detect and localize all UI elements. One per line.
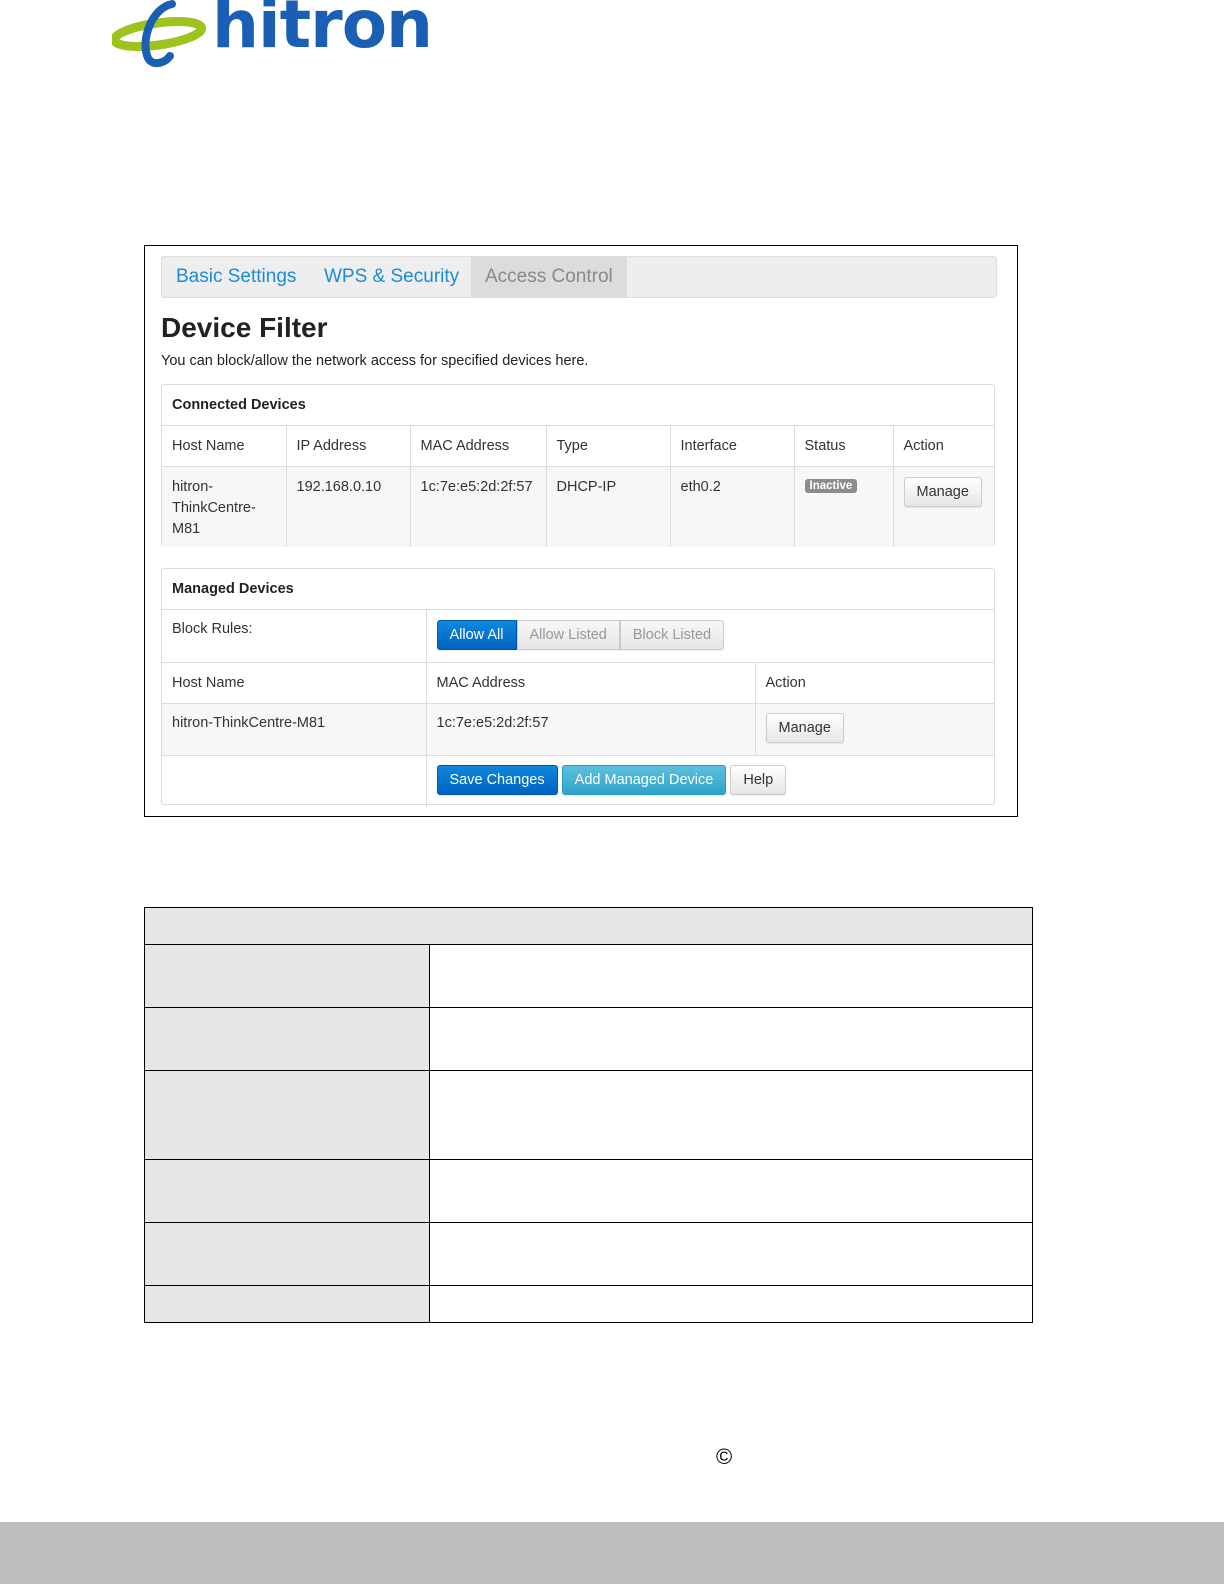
- col-interface: Interface: [670, 426, 795, 467]
- col-host-name: Host Name: [162, 662, 427, 704]
- allow-all-button[interactable]: Allow All: [436, 620, 517, 650]
- description-cell: [429, 1007, 1033, 1071]
- save-changes-button[interactable]: Save Changes: [436, 764, 558, 795]
- cell-status: Inactive: [794, 466, 894, 547]
- connected-devices-panel: Connected Devices Host Name IP Address M…: [161, 384, 995, 547]
- table-row: [144, 1007, 1033, 1071]
- tab-basic-settings[interactable]: Basic Settings: [162, 257, 310, 297]
- table-row: [144, 1070, 1033, 1160]
- description-cell: [429, 1285, 1033, 1323]
- page-title: Device Filter: [161, 312, 328, 343]
- description-table: [144, 907, 1033, 1323]
- host-name-line: hitron-: [172, 479, 214, 495]
- cell-type: DHCP-IP: [546, 466, 671, 547]
- col-host-name: Host Name: [162, 426, 287, 467]
- cell-ip-address: 192.168.0.10: [286, 466, 411, 547]
- managed-devices-panel: Managed Devices Block Rules: Allow All A…: [161, 568, 995, 807]
- tab-bar: Basic Settings WPS & Security Access Con…: [161, 256, 997, 298]
- table-header-row: Host Name IP Address MAC Address Type In…: [162, 426, 994, 467]
- label-cell: [144, 944, 430, 1008]
- table-row: [144, 1285, 1033, 1323]
- page-footer-bar: [0, 1522, 1224, 1584]
- hitron-logo: hitron: [112, 0, 433, 70]
- tab-wps-security[interactable]: WPS & Security: [310, 257, 473, 297]
- col-mac-address: MAC Address: [426, 662, 756, 704]
- action-buttons-cell: Save Changes Add Managed Device Help: [426, 755, 994, 807]
- table-row: hitron-ThinkCentre-M81 1c:7e:e5:2d:2f:57…: [162, 703, 994, 756]
- col-status: Status: [794, 426, 894, 467]
- cell-interface: eth0.2: [670, 466, 795, 547]
- label-cell: [144, 1007, 430, 1071]
- table-row: hitron- ThinkCentre- M81 192.168.0.10 1c…: [162, 466, 994, 547]
- label-cell: [144, 1159, 430, 1223]
- table-header-row: Host Name MAC Address Action: [162, 662, 994, 704]
- manage-button[interactable]: Manage: [903, 477, 982, 507]
- block-rules-row: Block Rules: Allow All Allow Listed Bloc…: [162, 610, 994, 663]
- col-type: Type: [546, 426, 671, 467]
- managed-devices-heading: Managed Devices: [162, 569, 994, 610]
- block-rules-label: Block Rules:: [162, 610, 427, 663]
- managed-devices-table: Block Rules: Allow All Allow Listed Bloc…: [162, 610, 994, 807]
- logo-swoosh-icon: [112, 0, 207, 67]
- help-button[interactable]: Help: [730, 764, 787, 795]
- tab-access-control[interactable]: Access Control: [471, 257, 627, 297]
- description-cell: [429, 1222, 1033, 1286]
- col-mac-address: MAC Address: [410, 426, 547, 467]
- label-cell: [144, 1070, 430, 1160]
- block-rules-cell: Allow All Allow Listed Block Listed: [426, 610, 994, 663]
- table-row: [144, 1159, 1033, 1223]
- description-cell: [429, 1159, 1033, 1223]
- label-cell: [144, 1222, 430, 1286]
- host-name-line: ThinkCentre-: [172, 500, 256, 516]
- empty-cell: [162, 755, 427, 807]
- cell-mac-address: 1c:7e:e5:2d:2f:57: [426, 703, 756, 756]
- device-filter-screenshot: Basic Settings WPS & Security Access Con…: [144, 245, 1018, 817]
- table-header-row: [144, 907, 1033, 945]
- logo-text: hitron: [212, 0, 433, 63]
- action-buttons-row: Save Changes Add Managed Device Help: [162, 755, 994, 807]
- table-row: [144, 1222, 1033, 1286]
- col-ip-address: IP Address: [286, 426, 411, 467]
- description-cell: [429, 944, 1033, 1008]
- cell-action: Manage: [893, 466, 994, 547]
- connected-devices-table: Host Name IP Address MAC Address Type In…: [162, 426, 994, 547]
- host-name-line: M81: [172, 521, 201, 537]
- col-action: Action: [893, 426, 994, 467]
- status-badge: Inactive: [804, 479, 858, 493]
- label-cell: [144, 1285, 430, 1323]
- cell-action: Manage: [755, 703, 994, 756]
- cell-host-name: hitron-ThinkCentre-M81: [162, 703, 427, 756]
- col-action: Action: [755, 662, 994, 704]
- table-row: [144, 944, 1033, 1008]
- cell-host-name: hitron- ThinkCentre- M81: [162, 466, 287, 547]
- allow-listed-button[interactable]: Allow Listed: [516, 620, 620, 650]
- connected-devices-heading: Connected Devices: [162, 385, 994, 426]
- block-listed-button[interactable]: Block Listed: [619, 620, 725, 650]
- block-rules-group: Allow All Allow Listed Block Listed: [436, 620, 725, 650]
- add-managed-device-button[interactable]: Add Managed Device: [561, 764, 727, 795]
- copyright-symbol: ©: [716, 1444, 733, 1469]
- manage-button[interactable]: Manage: [765, 712, 844, 743]
- description-cell: [429, 1070, 1033, 1160]
- page-subtitle: You can block/allow the network access f…: [161, 353, 589, 369]
- cell-mac-address: 1c:7e:e5:2d:2f:57: [410, 466, 547, 547]
